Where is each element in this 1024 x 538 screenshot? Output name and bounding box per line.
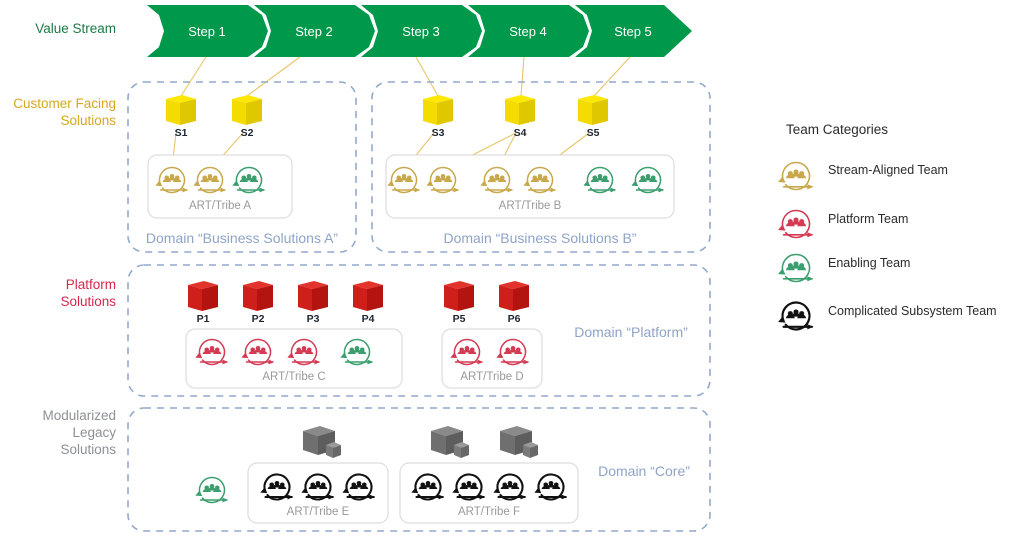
legend-label-stream-aligned: Stream-Aligned Team xyxy=(828,163,948,177)
solution-label-s3: S3 xyxy=(431,127,445,139)
art-label-c: ART/Tribe C xyxy=(262,371,326,383)
domain-caption-business-solutions-b: Domain “Business Solutions B” xyxy=(443,230,637,246)
step-label-1: Step 1 xyxy=(188,24,226,39)
connectors-step-to-solution xyxy=(180,56,631,97)
solution-cube-p2[interactable] xyxy=(243,281,273,311)
art-label-e: ART/Tribe E xyxy=(286,506,350,518)
solution-label-p2: P2 xyxy=(251,313,265,325)
legend-label-enabling: Enabling Team xyxy=(828,256,911,270)
solution-cubes-red xyxy=(188,281,529,311)
row-label-customer-facing: Customer Facing Solutions xyxy=(13,96,116,128)
row-label-legacy: Modularized Legacy Solutions xyxy=(42,408,116,457)
enabling-team-icon[interactable] xyxy=(195,476,229,504)
solution-cube-s4[interactable] xyxy=(505,95,535,125)
legend-label-platform: Platform Team xyxy=(828,212,909,226)
art-label-d: ART/Tribe D xyxy=(460,371,524,383)
solution-cube-p3[interactable] xyxy=(298,281,328,311)
step-label-5: Step 5 xyxy=(614,24,652,39)
art-label-a: ART/Tribe A xyxy=(189,200,251,212)
complicated-subsystem-team-icon[interactable] xyxy=(778,301,814,331)
solution-label-s2: S2 xyxy=(240,127,254,139)
solution-cube-s2[interactable] xyxy=(232,95,262,125)
solution-cube-p1[interactable] xyxy=(188,281,218,311)
solution-cube-s1[interactable] xyxy=(166,95,196,125)
solution-label-s5: S5 xyxy=(586,127,600,139)
legacy-system-icons xyxy=(303,426,538,458)
solution-label-s1: S1 xyxy=(174,127,188,139)
legend-label-complicated-subsystem: Complicated Subsystem Team xyxy=(828,304,997,318)
legacy-system-icon-2[interactable] xyxy=(431,426,469,458)
step-label-2: Step 2 xyxy=(295,24,333,39)
step-label-3: Step 3 xyxy=(402,24,440,39)
art-label-f: ART/Tribe F xyxy=(458,506,520,518)
row-label-platform: Platform Solutions xyxy=(60,277,116,309)
legacy-system-icon-1[interactable] xyxy=(303,426,341,458)
solution-label-p5: P5 xyxy=(452,313,466,325)
platform-team-icon[interactable] xyxy=(778,209,814,239)
solution-cube-p4[interactable] xyxy=(353,281,383,311)
solution-label-p1: P1 xyxy=(196,313,210,325)
solution-label-p6: P6 xyxy=(507,313,521,325)
solution-cube-s3[interactable] xyxy=(423,95,453,125)
enabling-team-icon[interactable] xyxy=(778,253,814,283)
stream-aligned-team-icon[interactable] xyxy=(778,161,814,191)
solution-cube-p5[interactable] xyxy=(444,281,474,311)
solution-cubes-yellow xyxy=(166,95,608,125)
diagram-canvas: Value Stream Customer Facing Solutions P… xyxy=(0,0,1024,538)
step-label-4: Step 4 xyxy=(509,24,547,39)
legend-title: Team Categories xyxy=(786,122,889,137)
solution-label-p3: P3 xyxy=(306,313,320,325)
solution-cube-s5[interactable] xyxy=(578,95,608,125)
solution-cube-p6[interactable] xyxy=(499,281,529,311)
art-label-b: ART/Tribe B xyxy=(498,200,562,212)
domain-caption-core: Domain “Core” xyxy=(598,463,690,479)
solution-label-s4: S4 xyxy=(513,127,527,139)
row-label-value-stream: Value Stream xyxy=(35,21,116,36)
domain-caption-platform: Domain “Platform” xyxy=(574,324,688,340)
solution-label-p4: P4 xyxy=(361,313,375,325)
legacy-system-icon-3[interactable] xyxy=(500,426,538,458)
domain-caption-business-solutions-a: Domain “Business Solutions A” xyxy=(145,230,339,246)
